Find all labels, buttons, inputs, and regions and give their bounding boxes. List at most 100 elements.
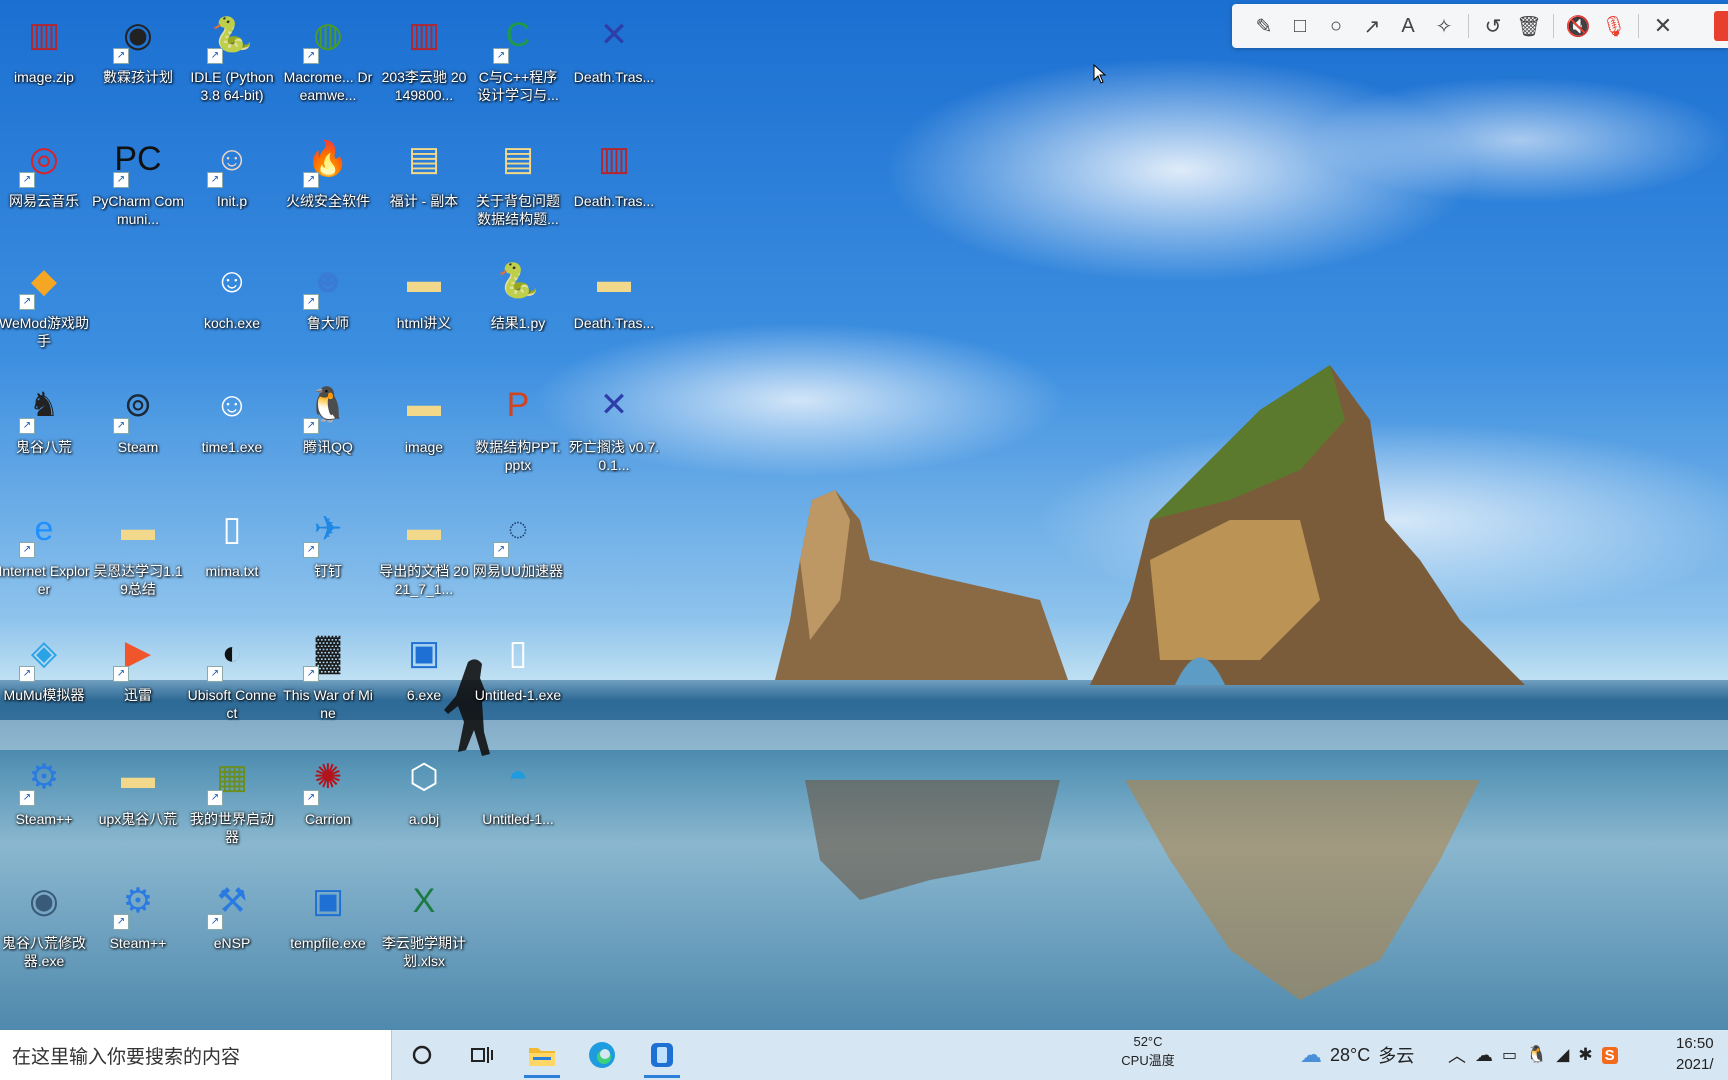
task-view-button[interactable] [452, 1030, 512, 1080]
desktop-icon[interactable]: ▯ Untitled-1.exe [472, 620, 564, 740]
shortcut-arrow-icon: ↗ [207, 172, 223, 188]
bluetooth-icon[interactable]: ✱ [1578, 1045, 1592, 1065]
desktop-icon[interactable]: ⚙ ↗ Steam++ [0, 744, 90, 864]
desktop-icon-label: 网易云音乐 [9, 193, 79, 209]
desktop-icon[interactable]: ◉ ↗ 數霖孩计划 [92, 2, 184, 122]
desktop-icon[interactable]: ▥ 203李云驰 20149800... [378, 2, 470, 122]
desktop-icon[interactable]: C ↗ C与C++程序设计学习与... [472, 2, 564, 122]
desktop-icon[interactable]: ▬ image [378, 372, 470, 492]
desktop-icon[interactable]: ◆ ↗ WeMod游戏助手 [0, 248, 90, 368]
desktop-icon[interactable]: ▣ 6.exe [378, 620, 470, 740]
desktop-icon[interactable]: ▬ 吴恩达学习1.19总结 [92, 496, 184, 616]
chevron-up-icon[interactable]: ︿ [1448, 1042, 1466, 1068]
desktop-icon[interactable]: ▣ tempfile.exe [282, 868, 374, 988]
desktop-icon[interactable]: P 数据结构PPT.pptx [472, 372, 564, 492]
desktop-icon[interactable]: X 李云驰学期计划.xlsx [378, 868, 470, 988]
desktop-icon[interactable]: ☺ time1.exe [186, 372, 278, 492]
desktop-icon[interactable]: 🐍 ↗ IDLE (Python 3.8 64-bit) [186, 2, 278, 122]
network-icon[interactable]: ◢ [1556, 1045, 1569, 1065]
desktop-icon[interactable]: 🐍 结果1.py [472, 248, 564, 368]
desktop-icon-label: 203李云驰 20149800... [381, 69, 467, 103]
desktop-icon-label: Death.Tras... [573, 315, 655, 331]
toolbar-separator [1638, 14, 1639, 38]
microphone-muted-button[interactable]: 🎙 [1596, 8, 1632, 44]
desktop-icon[interactable]: ▯ mima.txt [186, 496, 278, 616]
desktop-icon[interactable]: ▬ html讲义 [378, 248, 470, 368]
toolbar-record-indicator[interactable] [1714, 11, 1728, 41]
circle-button[interactable]: ○ [1318, 8, 1354, 44]
search-placeholder: 在这里输入你要搜索的内容 [12, 1046, 241, 1068]
text-file-icon: ▯ [201, 498, 263, 560]
app-shortcut-icon: ◉ ↗ [107, 4, 169, 66]
undo-button[interactable]: ↺ [1475, 8, 1511, 44]
desktop-icon[interactable]: ▤ 福计 - 副本 [378, 126, 470, 246]
circle-icon: ○ [1329, 14, 1343, 37]
edge-browser-icon [589, 1042, 615, 1068]
desktop-icon[interactable]: ⚙ ↗ Steam++ [92, 868, 184, 988]
desktop-icon[interactable]: ▶ ↗ 迅雷 [92, 620, 184, 740]
taskbar-clock[interactable]: 16:50 2021/ [1676, 1033, 1714, 1075]
ensp-icon: ⚒ ↗ [201, 870, 263, 932]
desktop-icon[interactable]: ▬ 导出的文档 2021_7_1... [378, 496, 470, 616]
desktop-icon[interactable]: ▦ ↗ 我的世界启动器 [186, 744, 278, 864]
cpu-temperature-widget[interactable]: 52°C CPU温度 [1108, 1032, 1188, 1070]
taskbar-search-input[interactable]: 在这里输入你要搜索的内容 [0, 1030, 392, 1080]
arrow-button[interactable]: ↗ [1354, 8, 1390, 44]
toolbar-close-button[interactable]: ✕ [1645, 8, 1681, 44]
desktop-icon[interactable]: ▥ image.zip [0, 2, 90, 122]
desktop-icon[interactable]: ▥ Death.Tras... [568, 126, 660, 246]
weather-widget[interactable]: ☁ 28°C 多云 [1300, 1030, 1414, 1080]
desktop-icon-label: 迅雷 [124, 687, 152, 703]
desktop-icon[interactable]: ⚒ ↗ eNSP [186, 868, 278, 988]
text-button[interactable]: A [1390, 8, 1426, 44]
taskbar-file-explorer[interactable] [512, 1030, 572, 1080]
desktop-icon-label: mima.txt [205, 563, 259, 579]
game-shortcut-icon: ✕ [583, 374, 645, 436]
desktop-icon[interactable]: e ↗ Internet Explorer [0, 496, 90, 616]
desktop-icon[interactable]: ▓ ↗ This War of Mine [282, 620, 374, 740]
onedrive-cloud-icon[interactable]: ☁ [1475, 1045, 1493, 1066]
delete-button[interactable]: 🗑 [1511, 8, 1547, 44]
desktop-icon[interactable]: ✺ ↗ Carrion [282, 744, 374, 864]
desktop-icon[interactable]: ▤ 关于背包问题数据结构题... [472, 126, 564, 246]
qq-tray-icon[interactable]: 🐧 [1526, 1045, 1547, 1065]
desktop-icon[interactable]: ✕ Death.Tras... [568, 2, 660, 122]
desktop-icon[interactable]: 🔥 ↗ 火绒安全软件 [282, 126, 374, 246]
battery-icon[interactable]: ▭ [1502, 1045, 1517, 1065]
desktop-icon[interactable]: ◈ ↗ MuMu模拟器 [0, 620, 90, 740]
sogou-input-icon[interactable]: S [1601, 1046, 1618, 1064]
taskbar-phone-app[interactable] [632, 1030, 692, 1080]
desktop-icon[interactable]: ⬡ a.obj [378, 744, 470, 864]
desktop-icon[interactable]: ◓ Untitled-1... [472, 744, 564, 864]
winrar-archive-icon: ▥ [393, 4, 455, 66]
desktop-icon[interactable]: PC ↗ PyCharm Communi... [92, 126, 184, 246]
magic-wand-button[interactable]: ✧ [1426, 8, 1462, 44]
desktop-icon[interactable]: ♞ ↗ 鬼谷八荒 [0, 372, 90, 492]
desktop-icon[interactable]: ☺ ↗ Init.p [186, 126, 278, 246]
rectangle-button[interactable]: □ [1282, 8, 1318, 44]
desktop-icon[interactable]: ⊚ ↗ Steam [92, 372, 184, 492]
desktop-icon[interactable]: ◉ 鬼谷八荒修改器.exe [0, 868, 90, 988]
desktop-icon-label: 关于背包问题数据结构题... [476, 193, 560, 227]
desktop-icon[interactable]: ✕ 死亡搁浅 v0.7.0.1... [568, 372, 660, 492]
magic-wand-icon: ✧ [1435, 15, 1453, 38]
desktop-icon[interactable]: ✈ ↗ 钉钉 [282, 496, 374, 616]
icon-glyph: ◍ [313, 16, 343, 54]
taskbar-edge-browser[interactable] [572, 1030, 632, 1080]
shortcut-arrow-icon: ↗ [303, 172, 319, 188]
desktop-icon[interactable]: ◐ ↗ Ubisoft Connect [186, 620, 278, 740]
desktop-icon[interactable]: ☻ ↗ 鲁大师 [282, 248, 374, 368]
desktop-icon[interactable]: ◌ ↗ 网易UU加速器 [472, 496, 564, 616]
desktop-icon[interactable]: ◍ ↗ Macrome... Dreamwe... [282, 2, 374, 122]
desktop-icon[interactable]: ▬ upx鬼谷八荒 [92, 744, 184, 864]
smiley-exe-icon: ☺ [201, 250, 263, 312]
cortana-button[interactable] [392, 1030, 452, 1080]
desktop-icon[interactable]: ▬ Death.Tras... [568, 248, 660, 368]
desktop-icon[interactable]: ◎ ↗ 网易云音乐 [0, 126, 90, 246]
desktop-icon-label: Internet Explorer [0, 563, 90, 597]
pen-button[interactable]: ✎ [1246, 8, 1282, 44]
cortana-circle-icon [412, 1045, 432, 1065]
desktop-icon[interactable]: 🐧 ↗ 腾讯QQ [282, 372, 374, 492]
desktop-icon[interactable]: ☺ koch.exe [186, 248, 278, 368]
speaker-muted-button[interactable]: 🔇 [1560, 8, 1596, 44]
